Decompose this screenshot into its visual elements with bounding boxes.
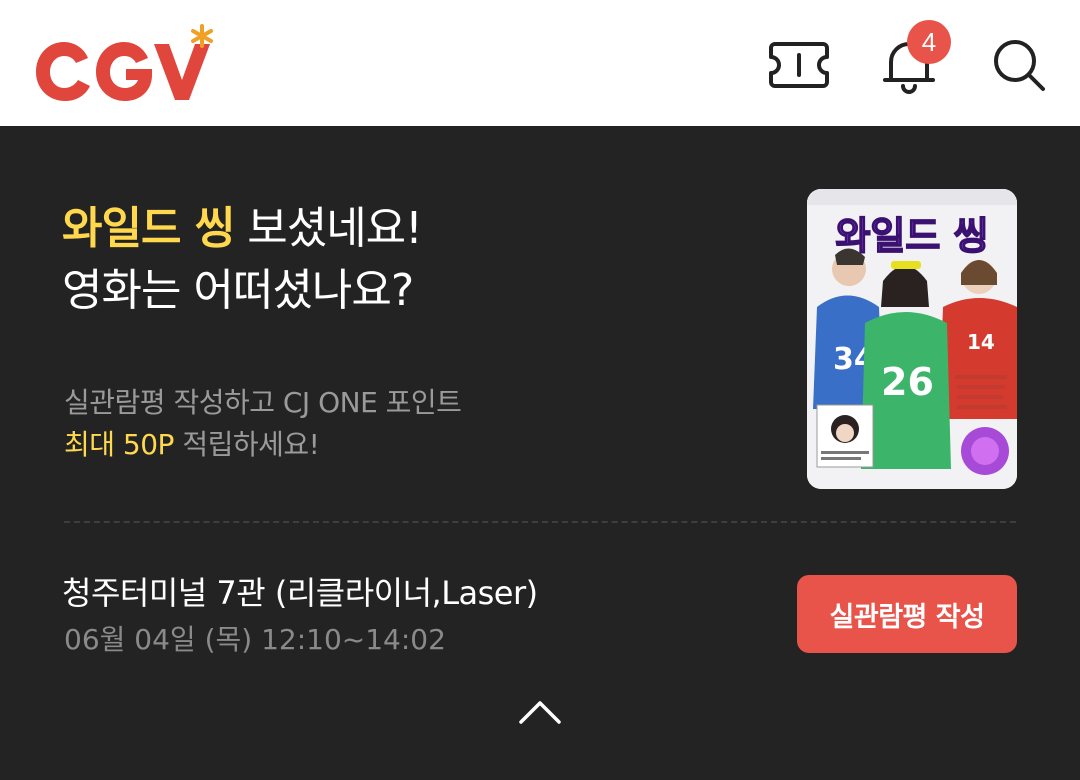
cgv-logo[interactable] (30, 20, 220, 110)
search-button[interactable] (986, 35, 1052, 95)
showtime: 06월 04일 (목) 12:10~14:02 (64, 623, 446, 656)
poster-title: 와일드 씽 (835, 214, 988, 258)
review-prompt-card: 와일드 씽 보셨네요! 영화는 어떠셨나요? 실관람평 작성하고 CJ ONE … (0, 126, 1080, 780)
headline-line-2: 영화는 어떠셨나요? (62, 265, 414, 316)
theater-name: 청주터미널 7관 (리클라이너,Laser) (62, 574, 538, 612)
ticket-icon (769, 42, 829, 88)
points-info-line-2: 최대 50P 적립하세요! (64, 424, 764, 466)
collapse-button[interactable] (515, 694, 565, 730)
svg-text:26: 26 (881, 360, 934, 404)
points-info-rest: 적립하세요! (173, 428, 320, 461)
search-icon (994, 40, 1045, 91)
ticket-button[interactable] (766, 35, 832, 95)
points-info: 실관람평 작성하고 CJ ONE 포인트 최대 50P 적립하세요! (64, 382, 764, 466)
points-highlight: 최대 50P (64, 428, 174, 461)
top-bar: 4 (0, 0, 1080, 126)
review-headline: 와일드 씽 보셨네요! 영화는 어떠셨나요? (62, 198, 762, 322)
chevron-up-icon (519, 701, 561, 724)
section-divider (64, 521, 1016, 523)
headline-rest: 보셨네요! (234, 203, 423, 254)
movie-title: 와일드 씽 (62, 203, 235, 254)
write-review-button[interactable]: 실관람평 작성 (797, 575, 1017, 653)
headline-line-1: 와일드 씽 보셨네요! (62, 198, 762, 260)
points-info-line-1: 실관람평 작성하고 CJ ONE 포인트 (64, 386, 462, 419)
poster-artwork: 와일드 씽 34 14 26 (807, 189, 1017, 489)
movie-poster[interactable]: 와일드 씽 34 14 26 (807, 189, 1017, 489)
cgv-logo-graphic (36, 24, 213, 101)
notification-badge: 4 (907, 20, 951, 64)
svg-text:14: 14 (967, 330, 995, 354)
